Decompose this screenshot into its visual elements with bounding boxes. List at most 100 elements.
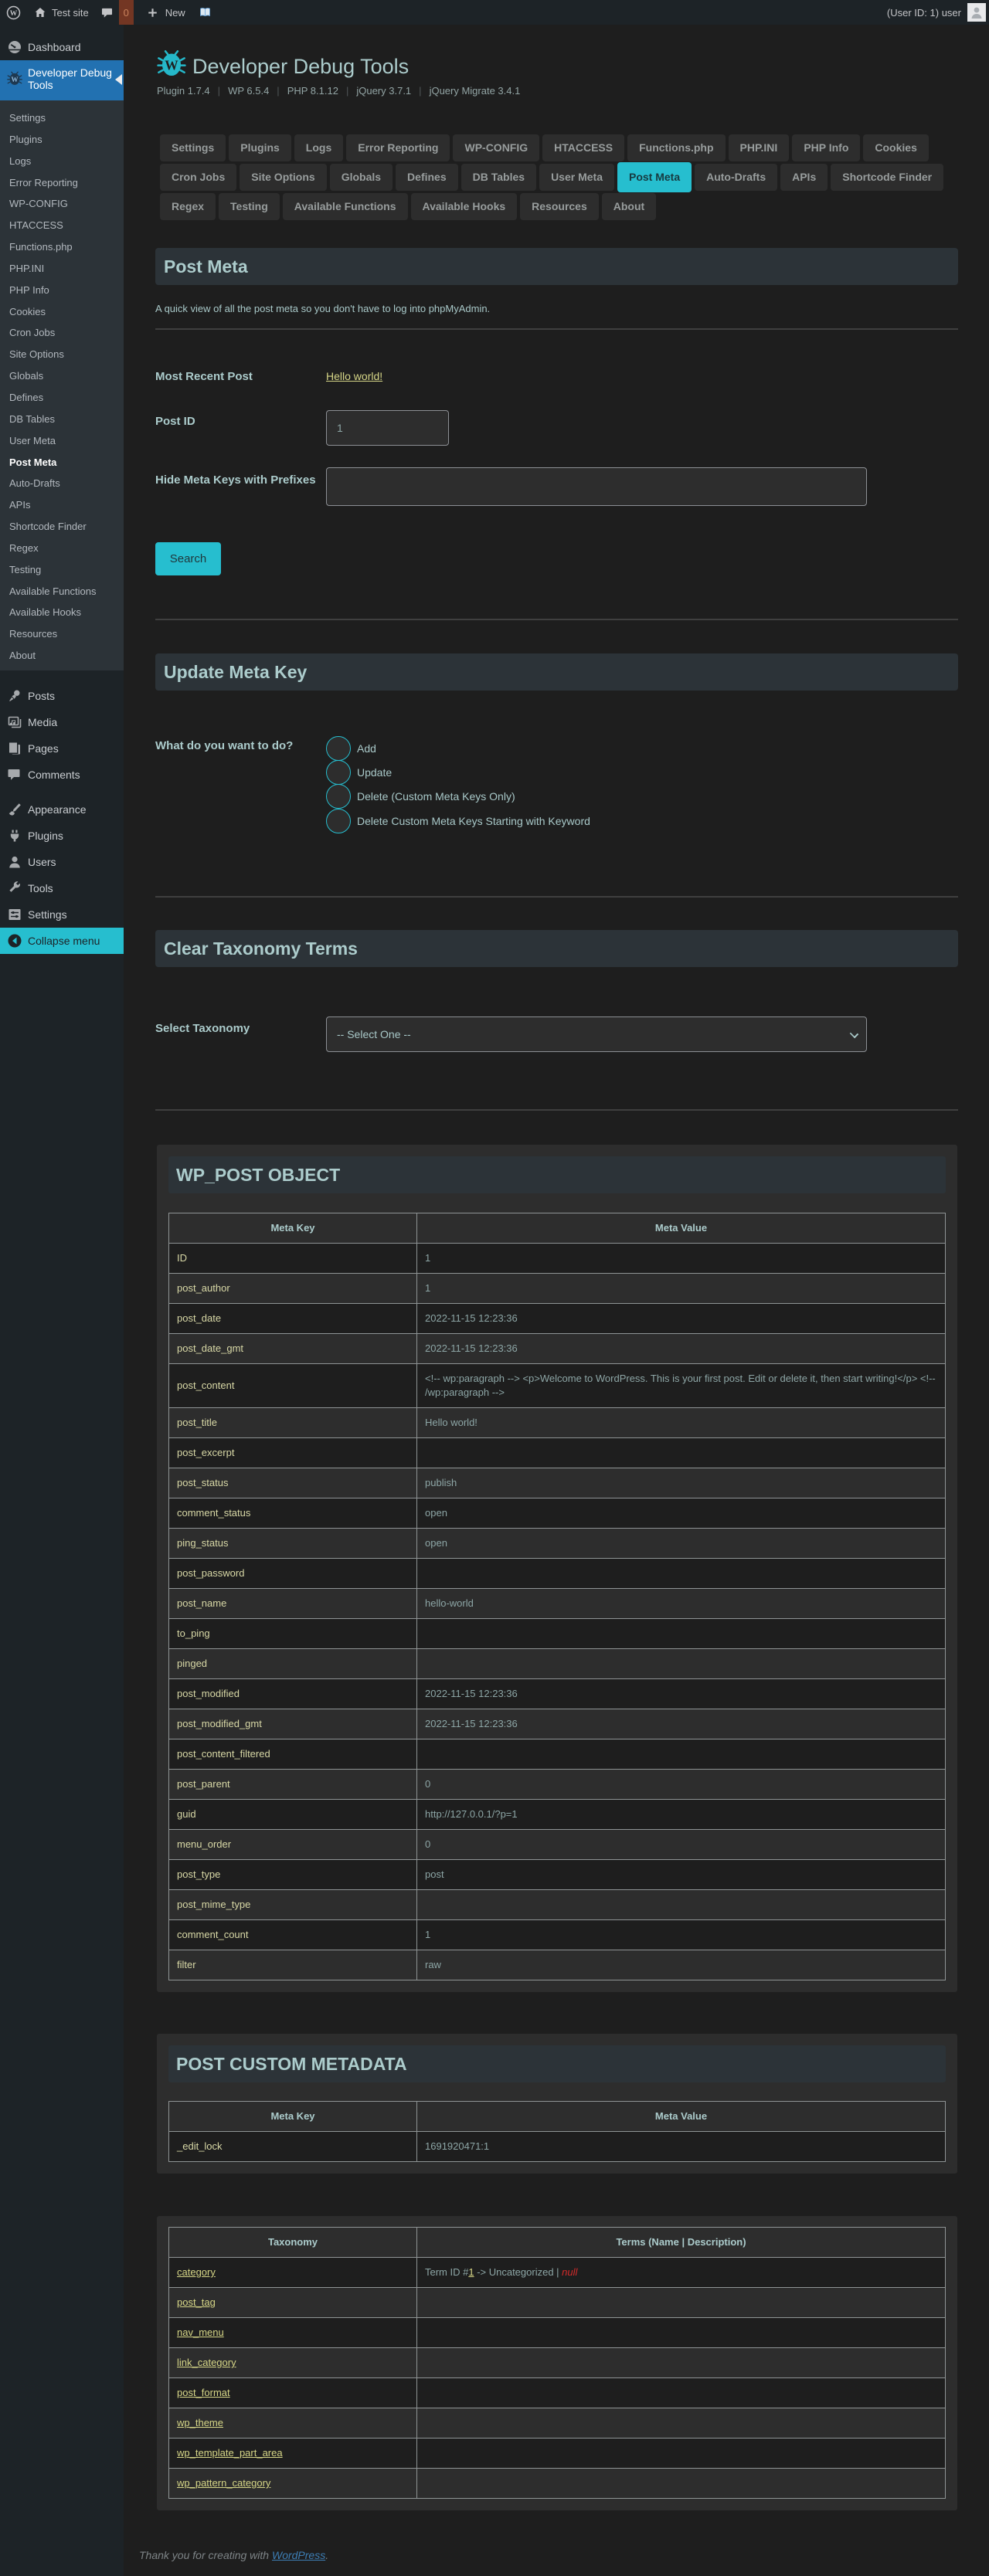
comments-menu[interactable]: [101, 0, 113, 25]
page-title: Developer Debug Tools: [192, 55, 409, 79]
submenu-item-htaccess[interactable]: HTACCESS: [0, 215, 124, 236]
submenu-item-wp-config[interactable]: WP-CONFIG: [0, 193, 124, 215]
taxonomy-link-wp-template-part-area[interactable]: wp_template_part_area: [177, 2447, 283, 2459]
sidebar-item-pages[interactable]: Pages: [0, 735, 124, 762]
hide-prefixes-textarea[interactable]: [326, 467, 867, 506]
user-greeting[interactable]: (User ID: 1) user: [887, 7, 961, 19]
submenu-item-error-reporting[interactable]: Error Reporting: [0, 172, 124, 194]
submenu-item-shortcode-finder[interactable]: Shortcode Finder: [0, 516, 124, 538]
tab-cookies[interactable]: Cookies: [863, 134, 928, 161]
sidebar-item-label: Posts: [28, 690, 55, 702]
meta-separator: |: [218, 85, 220, 97]
sidebar-item-developer-debug-tools[interactable]: W Developer Debug Tools: [0, 60, 124, 100]
submenu-item-resources[interactable]: Resources: [0, 623, 124, 645]
tab-apis[interactable]: APIs: [780, 164, 828, 191]
submenu-item-site-options[interactable]: Site Options: [0, 344, 124, 365]
tab-error-reporting[interactable]: Error Reporting: [346, 134, 450, 161]
term-id-link[interactable]: 1: [468, 2266, 474, 2278]
sidebar-item-media[interactable]: Media: [0, 709, 124, 735]
submenu-item-apis[interactable]: APIs: [0, 494, 124, 516]
tab-cron-jobs[interactable]: Cron Jobs: [160, 164, 236, 191]
radio-button-update[interactable]: [326, 760, 351, 785]
radio-button-delete-custom-meta-keys-starting-with-keyword[interactable]: [326, 809, 351, 833]
submenu-item-auto-drafts[interactable]: Auto-Drafts: [0, 473, 124, 494]
submenu-item-about[interactable]: About: [0, 645, 124, 667]
site-menu[interactable]: Test site: [34, 0, 89, 25]
tab-regex[interactable]: Regex: [160, 193, 216, 220]
meta-value-cell: <!-- wp:paragraph --> <p>Welcome to Word…: [417, 1364, 946, 1408]
submenu-item-cron-jobs[interactable]: Cron Jobs: [0, 322, 124, 344]
taxonomy-link-link-category[interactable]: link_category: [177, 2357, 236, 2368]
tab-about[interactable]: About: [602, 193, 656, 220]
taxonomy-link-post-format[interactable]: post_format: [177, 2387, 230, 2398]
tab-php-ini[interactable]: PHP.INI: [729, 134, 790, 161]
taxonomy-link-post-tag[interactable]: post_tag: [177, 2296, 216, 2308]
tab-available-functions[interactable]: Available Functions: [283, 193, 408, 220]
submenu-item-cookies[interactable]: Cookies: [0, 301, 124, 323]
current-menu-arrow: [115, 74, 122, 85]
submenu-item-plugins[interactable]: Plugins: [0, 129, 124, 151]
tab-wp-config[interactable]: WP-CONFIG: [453, 134, 539, 161]
meta-value-cell: [417, 1619, 946, 1649]
post-id-input[interactable]: 1: [326, 410, 449, 446]
tab-resources[interactable]: Resources: [520, 193, 599, 220]
taxonomy-select[interactable]: -- Select One --: [326, 1016, 867, 1052]
taxonomy-link-wp-theme[interactable]: wp_theme: [177, 2417, 223, 2428]
wordpress-link[interactable]: WordPress: [272, 2549, 325, 2561]
tab-auto-drafts[interactable]: Auto-Drafts: [695, 164, 777, 191]
tab-htaccess[interactable]: HTACCESS: [542, 134, 624, 161]
taxonomy-link-category[interactable]: category: [177, 2266, 216, 2278]
submenu-item-defines[interactable]: Defines: [0, 387, 124, 409]
wp-logo-menu[interactable]: W: [6, 0, 21, 25]
submenu-item-user-meta[interactable]: User Meta: [0, 430, 124, 452]
sidebar-item-users[interactable]: Users: [0, 849, 124, 875]
comment-count-badge[interactable]: 0: [119, 0, 134, 25]
meta-key-cell: post_status: [169, 1468, 417, 1498]
terms-cell: [417, 2378, 946, 2408]
tab-user-meta[interactable]: User Meta: [539, 164, 614, 191]
sidebar-item-tools[interactable]: Tools: [0, 875, 124, 901]
tab-logs[interactable]: Logs: [294, 134, 343, 161]
search-button[interactable]: Search: [155, 542, 221, 575]
submenu-item-logs[interactable]: Logs: [0, 151, 124, 172]
taxonomy-link-wp-pattern-category[interactable]: wp_pattern_category: [177, 2477, 270, 2489]
tab-db-tables[interactable]: DB Tables: [461, 164, 536, 191]
tab-defines[interactable]: Defines: [396, 164, 458, 191]
tab-plugins[interactable]: Plugins: [229, 134, 291, 161]
tab-testing[interactable]: Testing: [219, 193, 280, 220]
taxonomy-link-nav-menu[interactable]: nav_menu: [177, 2327, 224, 2338]
radio-button-delete-custom-meta-keys-only[interactable]: [326, 784, 351, 809]
tab-globals[interactable]: Globals: [330, 164, 393, 191]
docs-menu[interactable]: [199, 0, 211, 25]
recent-post-link[interactable]: Hello world!: [326, 370, 382, 382]
submenu-item-available-hooks[interactable]: Available Hooks: [0, 602, 124, 623]
tab-post-meta[interactable]: Post Meta: [617, 162, 692, 192]
submenu-item-functions-php[interactable]: Functions.php: [0, 236, 124, 258]
submenu-item-post-meta[interactable]: Post Meta: [0, 452, 124, 473]
tab-available-hooks[interactable]: Available Hooks: [411, 193, 518, 220]
table-row: post_author1: [169, 1274, 946, 1304]
submenu-item-available-functions[interactable]: Available Functions: [0, 581, 124, 602]
tab-settings[interactable]: Settings: [160, 134, 226, 161]
submenu-item-php-info[interactable]: PHP Info: [0, 280, 124, 301]
sidebar-item-posts[interactable]: Posts: [0, 683, 124, 709]
sidebar-item-appearance[interactable]: Appearance: [0, 796, 124, 823]
tab-site-options[interactable]: Site Options: [240, 164, 326, 191]
sidebar-item-settings[interactable]: Settings: [0, 901, 124, 928]
submenu-item-db-tables[interactable]: DB Tables: [0, 409, 124, 430]
sidebar-item-dashboard[interactable]: Dashboard: [0, 34, 124, 60]
tab-php-info[interactable]: PHP Info: [792, 134, 860, 161]
avatar[interactable]: [967, 3, 986, 22]
submenu-item-php-ini[interactable]: PHP.INI: [0, 258, 124, 280]
submenu-item-testing[interactable]: Testing: [0, 559, 124, 581]
tab-functions-php[interactable]: Functions.php: [627, 134, 725, 161]
sidebar-item-comments[interactable]: Comments: [0, 762, 124, 788]
new-menu[interactable]: New: [147, 0, 185, 25]
sidebar-item-plugins[interactable]: Plugins: [0, 823, 124, 849]
collapse-menu-button[interactable]: Collapse menu: [0, 928, 124, 954]
submenu-item-regex[interactable]: Regex: [0, 538, 124, 559]
tab-shortcode-finder[interactable]: Shortcode Finder: [831, 164, 943, 191]
radio-button-add[interactable]: [326, 736, 351, 761]
submenu-item-settings[interactable]: Settings: [0, 107, 124, 129]
submenu-item-globals[interactable]: Globals: [0, 365, 124, 387]
